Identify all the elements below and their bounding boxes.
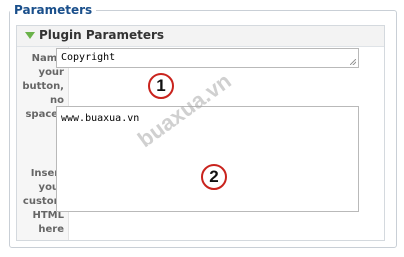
button-name-value: Copyright [61, 52, 116, 63]
parameters-legend: Parameters [10, 3, 97, 17]
callout-marker-2: 2 [201, 164, 227, 190]
plugin-parameters-header[interactable]: Plugin Parameters [17, 26, 384, 47]
callout-marker-1: 1 [148, 73, 174, 99]
resize-handle-icon[interactable] [350, 59, 356, 65]
panel-title: Plugin Parameters [39, 28, 165, 42]
custom-html-value: www.buaxua.vn [61, 113, 140, 124]
triangle-down-icon[interactable] [25, 32, 35, 39]
button-name-input[interactable]: Copyright [56, 48, 359, 68]
custom-html-textarea[interactable]: www.buaxua.vn [56, 106, 359, 212]
